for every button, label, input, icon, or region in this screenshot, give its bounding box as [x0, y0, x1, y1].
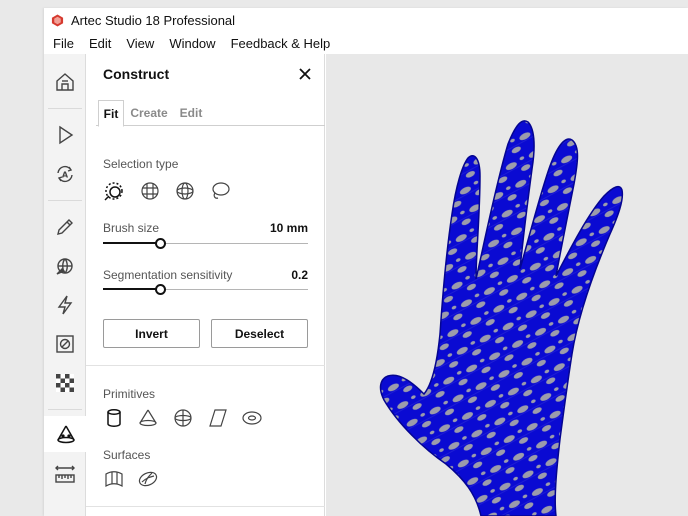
menu-file[interactable]: File: [53, 36, 74, 51]
editor-button[interactable]: [44, 209, 86, 245]
grid-select-icon: [141, 182, 159, 200]
svg-text:A: A: [62, 171, 69, 180]
sphere-icon: [174, 409, 192, 427]
sphere-select-icon: [176, 182, 194, 200]
tab-fit[interactable]: Fit: [98, 100, 124, 127]
surface-ellipsoid-button[interactable]: [136, 467, 160, 491]
hand-mesh-model[interactable]: [326, 54, 688, 516]
brush-size-slider-fill: [103, 242, 161, 244]
torus-icon: [242, 411, 262, 425]
deselect-button[interactable]: Deselect: [211, 319, 308, 348]
texture-checker-icon: [56, 374, 74, 392]
lasso-brush-icon: [104, 182, 123, 201]
play-icon: [59, 125, 74, 145]
menu-bar: File Edit View Window Feedback & Help: [44, 32, 688, 54]
brush-size-slider-thumb[interactable]: [155, 238, 167, 249]
menu-view[interactable]: View: [126, 36, 154, 51]
primitive-sphere-button[interactable]: [171, 406, 195, 430]
section-divider-bottom: [86, 506, 325, 507]
texture-button[interactable]: [44, 365, 86, 401]
3d-viewport[interactable]: [326, 54, 688, 516]
section-divider: [86, 365, 325, 366]
segmentation-sensitivity-label: Segmentation sensitivity: [103, 268, 233, 282]
primitive-plane-button[interactable]: [206, 406, 230, 430]
app-window: Artec Studio 18 Professional File Edit V…: [44, 8, 688, 516]
tab-edit[interactable]: Edit: [176, 100, 206, 126]
segmentation-sensitivity-slider-fill: [103, 288, 161, 290]
selection-lasso-brush-button[interactable]: [102, 179, 126, 203]
construct-panel: Construct Fit Create Edit Selection type: [86, 54, 325, 516]
close-icon[interactable]: [297, 66, 313, 82]
menu-edit[interactable]: Edit: [89, 36, 111, 51]
brush-globe-icon: [56, 258, 73, 275]
autopilot-button[interactable]: A: [44, 156, 86, 192]
panel-title: Construct: [103, 66, 170, 82]
cylinder-icon: [107, 409, 121, 427]
selection-type-label: Selection type: [103, 157, 179, 171]
artec-logo-icon: [51, 13, 64, 27]
erase-square-icon: [56, 335, 74, 353]
menu-window[interactable]: Window: [169, 36, 215, 51]
eraser-button[interactable]: [44, 326, 86, 362]
cone-icon: [139, 409, 157, 427]
selection-sphere-button[interactable]: [173, 179, 197, 203]
selection-lasso-button[interactable]: [208, 179, 232, 203]
brush-size-slider[interactable]: [103, 237, 308, 251]
brush-size-value: 10 mm: [269, 221, 308, 235]
home-button[interactable]: [44, 64, 86, 100]
app-title: Artec Studio 18 Professional: [71, 12, 236, 28]
surface-freeform-button[interactable]: [102, 467, 126, 491]
primitive-cylinder-button[interactable]: [102, 406, 126, 430]
plane-icon: [209, 409, 227, 427]
hand-silhouette: [379, 120, 624, 516]
construct-button[interactable]: [44, 416, 87, 452]
invert-button[interactable]: Invert: [103, 319, 200, 348]
lasso-select-icon: [212, 182, 230, 199]
autopilot-icon: A: [57, 165, 73, 183]
tools-button[interactable]: [44, 248, 86, 284]
construct-cone-icon: [56, 425, 75, 444]
measures-button[interactable]: [44, 456, 86, 492]
pencil-icon: [57, 219, 73, 235]
primitive-cone-button[interactable]: [136, 406, 160, 430]
lightning-icon: [57, 295, 73, 315]
tab-create[interactable]: Create: [128, 100, 170, 126]
brush-size-label: Brush size: [103, 221, 160, 235]
panel-tabs: Fit Create Edit: [96, 100, 325, 127]
ellipsoid-surface-icon: [138, 471, 158, 487]
home-icon: [56, 73, 74, 91]
left-toolbar: A: [44, 54, 87, 516]
fix-button[interactable]: [44, 287, 86, 323]
scan-button[interactable]: [44, 117, 86, 153]
segmentation-sensitivity-value: 0.2: [291, 268, 308, 282]
title-bar: Artec Studio 18 Professional: [44, 8, 688, 32]
surfaces-label: Surfaces: [103, 448, 151, 462]
selection-grid-button[interactable]: [138, 179, 162, 203]
ruler-icon: [55, 465, 75, 483]
primitives-label: Primitives: [103, 387, 156, 401]
segmentation-sensitivity-slider-thumb[interactable]: [155, 284, 167, 295]
menu-feedback-help[interactable]: Feedback & Help: [231, 36, 331, 51]
primitive-torus-button[interactable]: [240, 406, 264, 430]
segmentation-sensitivity-slider[interactable]: [103, 283, 308, 297]
freeform-surface-icon: [105, 471, 123, 488]
